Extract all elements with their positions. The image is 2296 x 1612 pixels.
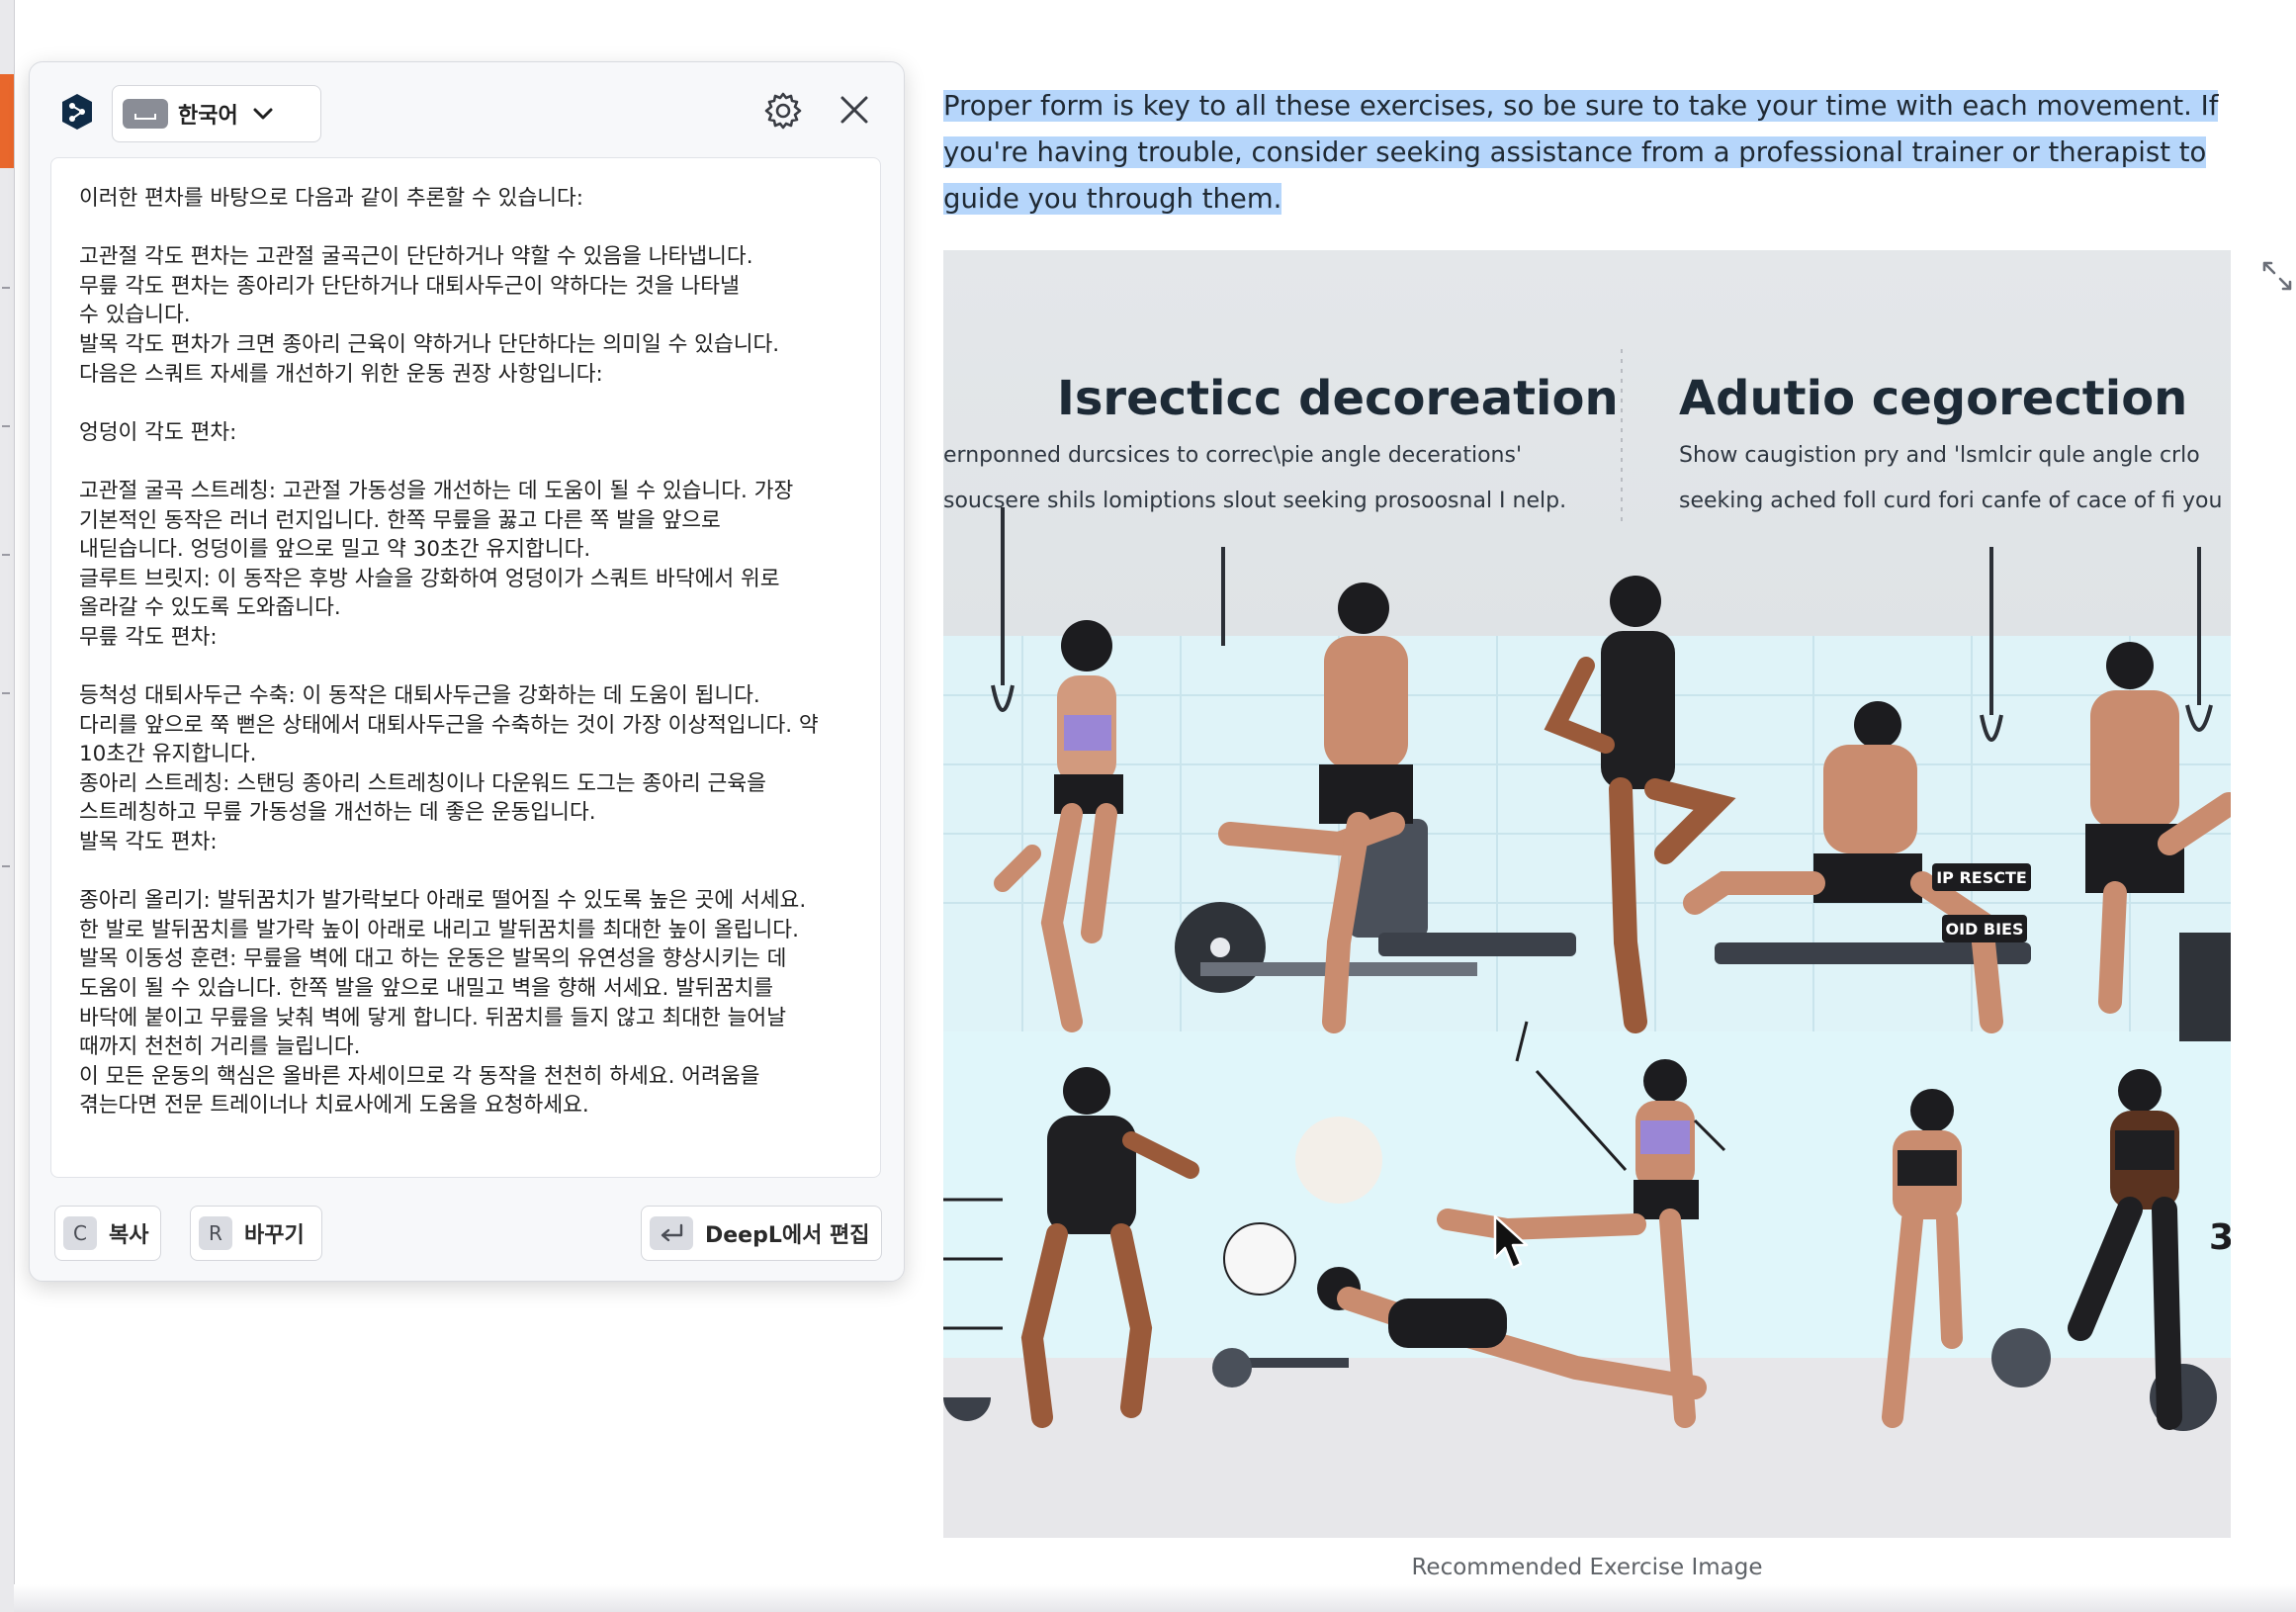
replace-button-label: 바꾸기 <box>244 1223 305 1248</box>
translated-text-line: 발목 각도 편차: <box>79 830 218 855</box>
illustration-subtitle-left-1: ernponned durcsices to correc\pie angle … <box>943 443 1522 468</box>
settings-gear-icon[interactable] <box>762 90 804 132</box>
translated-text-line: 발목 이동성 훈련: 무릎을 벽에 대고 하는 운동은 발목의 유연성을 향상시… <box>79 946 787 972</box>
translated-text-line: 고관절 각도 편차는 고관절 굴곡근이 단단하거나 약할 수 있음을 나타냅니다… <box>79 244 753 270</box>
translated-text-line: 도움이 될 수 있습니다. 한쪽 발을 앞으로 내밀고 벽을 향해 서세요. 발… <box>79 976 774 1002</box>
translated-text-line: 무릎 각도 편차: <box>79 624 218 650</box>
translated-text-line: 글루트 브릿지: 이 동작은 후방 사슬을 강화하여 엉덩이가 스쿼트 바닥에서… <box>79 566 780 591</box>
background-window-edge <box>0 0 15 1612</box>
translated-text-line: 때까지 천천히 거리를 늘립니다. <box>79 1034 361 1060</box>
translated-text-line: 수 있습니다. <box>79 303 191 328</box>
illustration-title-left: Isrecticc decoreation <box>1057 371 1619 426</box>
background-window-accent <box>0 74 14 168</box>
translated-text-line: 종아리 스트레칭: 스탠딩 종아리 스트레칭이나 다운워드 도그는 종아리 근육… <box>79 770 766 796</box>
strip-mark <box>2 554 10 556</box>
strip-mark <box>2 692 10 694</box>
mouse-cursor-icon <box>1493 1214 1529 1270</box>
deepl-translator-panel: 한국어 이러한 편차를 바탕으로 다음과 같이 추론할 수 있습니다: 고관절 각… <box>29 61 905 1282</box>
illustration-number: 3 <box>2209 1217 2231 1258</box>
target-language-select[interactable]: 한국어 <box>112 85 321 142</box>
recommended-exercise-image: Isrecticc decoreation Adutio cegorection… <box>943 250 2231 1538</box>
illustration-tag-2: OID BIES <box>1945 920 2023 939</box>
selected-paragraph-text: Proper form is key to all these exercise… <box>943 90 2219 215</box>
illustration-subtitle-right-2: seeking ached foll curd fori canfe of ca… <box>1679 489 2222 513</box>
translated-text-line: 이러한 편차를 바탕으로 다음과 같이 추론할 수 있습니다: <box>79 186 584 211</box>
replace-shortcut-key: R <box>199 1216 232 1250</box>
translated-text-line: 스트레칭하고 무릎 가동성을 개선하는 데 좋은 운동입니다. <box>79 800 596 826</box>
chevron-down-icon <box>253 108 273 120</box>
translated-text-line: 겪는다면 전문 트레이너나 치료사에게 도움을 요청하세요. <box>79 1093 589 1119</box>
translated-text-line: 한 발로 발뒤꿈치를 발가락 높이 아래로 내리고 발뒤꿈치를 최대한 높이 올… <box>79 917 799 942</box>
expand-icon[interactable] <box>2260 259 2294 293</box>
translated-text-line: 종아리 올리기: 발뒤꿈치가 발가락보다 아래로 떨어질 수 있도록 높은 곳에… <box>79 888 807 914</box>
translated-text-line <box>79 214 852 243</box>
translated-text-area[interactable]: 이러한 편차를 바탕으로 다음과 같이 추론할 수 있습니다: 고관절 각도 편차… <box>50 157 881 1178</box>
translated-text-line: 바닥에 붙이고 무릎을 낮춰 벽에 닿게 합니다. 뒤꿈치를 들지 않고 최대한… <box>79 1005 786 1030</box>
translated-text: 이러한 편차를 바탕으로 다음과 같이 추론할 수 있습니다: 고관절 각도 편차… <box>79 184 852 1120</box>
illustration-subtitle-left-2: soucsere shils lomiptions slout seeking … <box>943 489 1566 513</box>
copy-button[interactable]: C 복사 <box>54 1206 161 1261</box>
strip-mark <box>2 287 10 289</box>
translated-text-line: 발목 각도 편차가 크면 종아리 근육이 약하거나 단단하다는 의미일 수 있습… <box>79 331 780 357</box>
illustration-subtitle-right-1: Show caugistion pry and 'lsmlcir qule an… <box>1679 443 2200 468</box>
keyboard-icon <box>123 99 168 129</box>
copy-shortcut-key: C <box>63 1216 97 1250</box>
edit-in-deepl-label: DeepL에서 편집 <box>705 1223 870 1248</box>
edit-in-deepl-button[interactable]: DeepL에서 편집 <box>641 1206 882 1261</box>
translated-text-line: 10초간 유지합니다. <box>79 742 257 767</box>
translated-text-line: 내딛습니다. 엉덩이를 앞으로 밀고 약 30초간 유지합니다. <box>79 537 591 563</box>
selected-paragraph[interactable]: Proper form is key to all these exercise… <box>943 83 2219 223</box>
translated-text-line <box>79 857 852 887</box>
target-language-label: 한국어 <box>178 104 238 129</box>
translated-text-line: 올라갈 수 있도록 도와줍니다. <box>79 595 341 621</box>
deepl-logo-icon <box>62 94 92 130</box>
window-bottom-edge <box>14 1584 2296 1612</box>
image-caption: Recommended Exercise Image <box>1411 1555 1763 1580</box>
translated-text-line <box>79 447 852 477</box>
translated-text-line: 고관절 굴곡 스트레칭: 고관절 가동성을 개선하는 데 도움이 될 수 있습니… <box>79 478 794 503</box>
panel-header: 한국어 <box>30 62 904 161</box>
illustration-title-right: Adutio cegorection <box>1679 371 2187 426</box>
exercise-illustration: Isrecticc decoreation Adutio cegorection… <box>943 250 2231 1538</box>
translated-text-line <box>79 653 852 682</box>
translated-text-line: 엉덩이 각도 편차: <box>79 419 237 445</box>
illustration-tag-1: IP RESCTE <box>1936 868 2027 887</box>
translated-text-line: 무릎 각도 편차는 종아리가 단단하거나 대퇴사두근이 약하다는 것을 나타낼 <box>79 273 740 299</box>
strip-mark <box>2 425 10 427</box>
translated-text-line <box>79 389 852 418</box>
strip-mark <box>2 865 10 867</box>
replace-button[interactable]: R 바꾸기 <box>190 1206 322 1261</box>
translated-text-line: 등척성 대퇴사두근 수축: 이 동작은 대퇴사두근을 강화하는 데 도움이 됩니… <box>79 683 760 709</box>
translated-text-line: 다음은 스쿼트 자세를 개선하기 위한 운동 권장 사항입니다: <box>79 361 603 387</box>
translated-text-line: 이 모든 운동의 핵심은 올바른 자세이므로 각 동작을 천천히 하세요. 어려… <box>79 1063 760 1089</box>
copy-button-label: 복사 <box>109 1223 149 1248</box>
enter-key-icon <box>650 1216 693 1250</box>
close-icon[interactable] <box>837 92 872 128</box>
translated-text-line: 기본적인 동작은 러너 런지입니다. 한쪽 무릎을 꿇고 다른 쪽 발을 앞으로 <box>79 507 721 533</box>
translated-text-line: 다리를 앞으로 쭉 뻗은 상태에서 대퇴사두근을 수축하는 것이 가장 이상적입… <box>79 712 819 738</box>
